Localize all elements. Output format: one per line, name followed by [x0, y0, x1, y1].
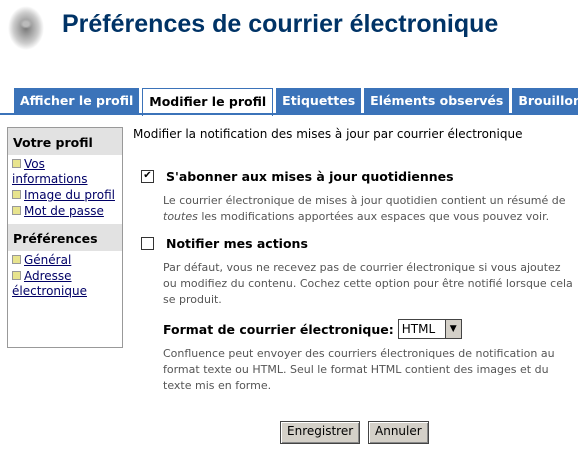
- sidebar-link-email-address[interactable]: Adresse électronique: [12, 269, 87, 298]
- tab-drafts[interactable]: Brouillons: [512, 88, 578, 114]
- tab-edit-profile[interactable]: Modifier le profil: [142, 88, 274, 116]
- notify-checkbox[interactable]: [141, 237, 154, 250]
- bullet-icon: [12, 271, 21, 280]
- sidebar-item-email-address: Adresse électronique: [12, 269, 118, 299]
- tab-view-profile[interactable]: Afficher le profil: [14, 88, 140, 114]
- notify-label: Notifier mes actions: [166, 236, 308, 251]
- sidebar: Votre profil Vos informations Image du p…: [7, 127, 123, 348]
- sidebar-link-your-info[interactable]: Vos informations: [12, 157, 88, 186]
- sidebar-link-password[interactable]: Mot de passe: [24, 204, 104, 218]
- format-select-value: HTML: [401, 322, 436, 336]
- sidebar-heading-preferences: Préférences: [8, 224, 122, 251]
- sidebar-link-general[interactable]: Général: [24, 253, 71, 267]
- tab-labels[interactable]: Etiquettes: [276, 88, 362, 114]
- bullet-icon: [12, 206, 21, 215]
- sidebar-item-general: Général: [12, 253, 118, 268]
- subscribe-desc-part2: les modifications apportées aux espaces …: [201, 210, 550, 223]
- subscribe-desc-part1: Le courrier électronique de mises à jour…: [163, 194, 566, 207]
- page-title: Préférences de courrier électronique: [62, 10, 499, 38]
- intro-text: Modifier la notification des mises à jou…: [133, 127, 523, 141]
- sidebar-item-profile-image: Image du profil: [12, 188, 118, 203]
- bullet-icon: [12, 255, 21, 264]
- sidebar-item-password: Mot de passe: [12, 204, 118, 219]
- format-select[interactable]: HTML ▼: [397, 319, 462, 339]
- subscribe-option: ✔ S'abonner aux mises à jour quotidienne…: [141, 169, 454, 184]
- subscribe-desc-emphasis: toutes: [163, 210, 198, 223]
- tab-watched-items[interactable]: Eléments observés: [364, 88, 510, 114]
- notify-option: Notifier mes actions: [141, 236, 308, 251]
- format-label: Format de courrier électronique:: [163, 321, 394, 337]
- format-row: Format de courrier électronique: HTML ▼: [163, 319, 462, 339]
- tab-divider: [0, 113, 578, 115]
- cancel-button[interactable]: Annuler: [368, 421, 429, 444]
- main-content: Modifier la notification des mises à jou…: [133, 127, 573, 392]
- save-button[interactable]: Enregistrer: [280, 421, 361, 444]
- notify-description: Par défaut, vous ne recevez pas de courr…: [163, 261, 573, 306]
- subscribe-label: S'abonner aux mises à jour quotidiennes: [166, 169, 454, 184]
- subscribe-description: Le courrier électronique de mises à jour…: [163, 193, 573, 225]
- format-description: Confluence peut envoyer des courriers él…: [163, 347, 555, 392]
- sidebar-link-profile-image[interactable]: Image du profil: [24, 188, 115, 202]
- bullet-icon: [12, 190, 21, 199]
- tab-bar: Afficher le profil Modifier le profil Et…: [14, 88, 578, 116]
- avatar: [4, 2, 50, 52]
- subscribe-checkbox[interactable]: ✔: [141, 170, 154, 183]
- sidebar-heading-profile: Votre profil: [8, 128, 122, 155]
- sidebar-item-your-info: Vos informations: [12, 157, 118, 187]
- chevron-down-icon[interactable]: ▼: [444, 320, 461, 338]
- bullet-icon: [12, 159, 21, 168]
